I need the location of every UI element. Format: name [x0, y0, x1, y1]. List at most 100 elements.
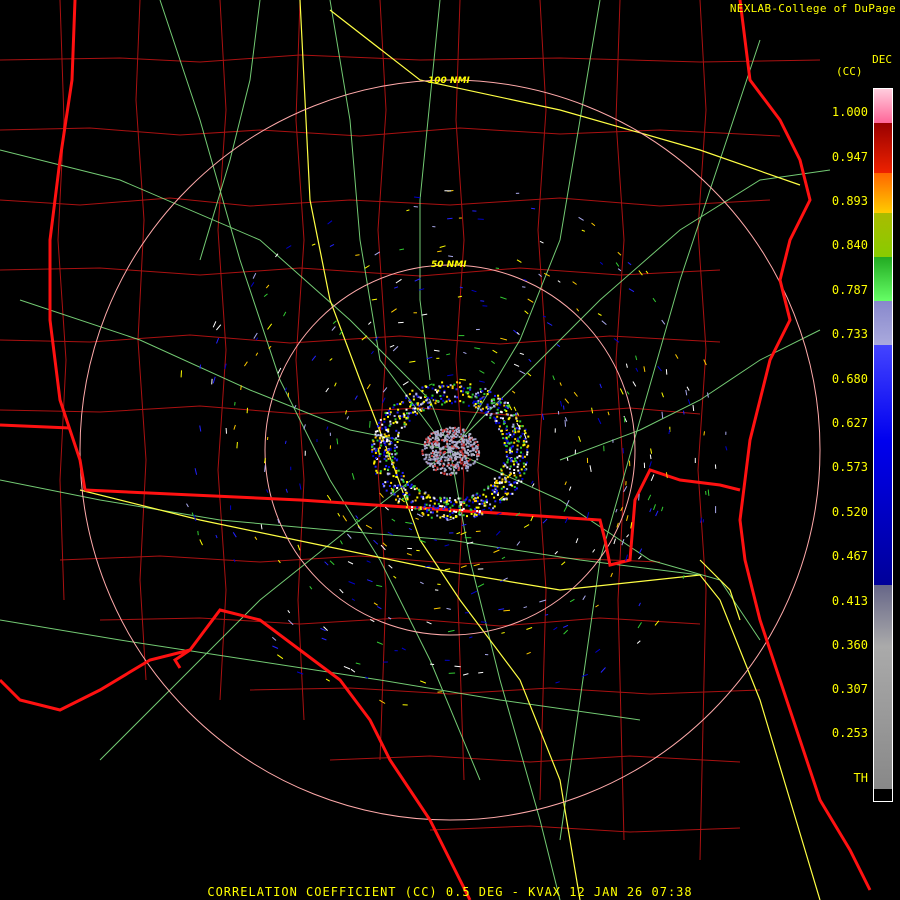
- radar-return-streak: [345, 410, 347, 415]
- radar-return-pixel: [437, 451, 440, 454]
- radar-return-pixel: [478, 513, 481, 516]
- radar-return-pixel: [473, 441, 476, 444]
- radar-return-pixel: [387, 415, 389, 418]
- radar-return-pixel: [465, 391, 468, 394]
- radar-return-streak: [619, 388, 624, 395]
- radar-return-pixel: [465, 464, 468, 467]
- radar-return-streak: [649, 454, 652, 460]
- radar-return-streak: [364, 265, 370, 269]
- radar-return-streak: [233, 558, 236, 563]
- radar-return-pixel: [484, 411, 487, 414]
- radar-return-streak: [628, 288, 635, 293]
- radar-return-pixel: [507, 476, 509, 479]
- radar-return-pixel: [405, 408, 408, 411]
- radar-return-pixel: [415, 392, 418, 395]
- radar-return-streak: [326, 494, 332, 501]
- radar-return-streak: [568, 486, 572, 491]
- radar-return-pixel: [430, 442, 433, 445]
- radar-return-pixel: [517, 469, 520, 472]
- radar-return-pixel: [471, 393, 474, 396]
- radar-return-pixel: [498, 482, 501, 485]
- radar-return-pixel: [493, 496, 496, 499]
- radar-return-pixel: [457, 469, 460, 471]
- radar-return-pixel: [462, 501, 465, 503]
- radar-return-pixel: [386, 480, 389, 483]
- radar-return-pixel: [444, 459, 447, 462]
- radar-return-streak: [523, 524, 530, 528]
- radar-return-pixel: [442, 451, 445, 454]
- radar-return-pixel: [497, 406, 500, 409]
- radar-return-streak: [392, 346, 399, 352]
- radar-return-pixel: [430, 432, 433, 435]
- radar-return-streak: [240, 385, 242, 390]
- radar-return-streak: [373, 539, 379, 545]
- radar-return-pixel: [383, 454, 386, 457]
- radar-return-pixel: [418, 508, 421, 511]
- radar-return-streak: [277, 367, 282, 374]
- scale-label: 0.893: [831, 194, 868, 208]
- radar-return-pixel: [503, 442, 506, 444]
- radar-return-pixel: [414, 413, 417, 416]
- radar-return-pixel: [474, 438, 477, 441]
- radar-return-streak: [682, 575, 685, 579]
- radar-return-streak: [394, 286, 399, 289]
- radar-return-streak: [573, 391, 578, 397]
- radar-return-pixel: [396, 411, 399, 414]
- radar-return-pixel: [507, 442, 510, 445]
- radar-return-pixel: [393, 415, 396, 417]
- radar-return-streak: [592, 549, 596, 553]
- radar-return-pixel: [444, 456, 447, 459]
- radar-return-streak: [471, 289, 477, 293]
- radar-return-pixel: [447, 386, 450, 388]
- radar-return-streak: [265, 284, 270, 289]
- radar-return-streak: [495, 267, 500, 269]
- radar-return-pixel: [443, 391, 446, 394]
- radar-return-pixel: [459, 497, 462, 500]
- radar-return-pixel: [382, 483, 384, 485]
- radar-return-pixel: [523, 443, 526, 446]
- radar-return-pixel: [428, 504, 431, 507]
- radar-return-pixel: [483, 396, 486, 399]
- radar-return-pixel: [475, 493, 478, 496]
- radar-return-pixel: [459, 400, 462, 403]
- radar-return-pixel: [503, 402, 506, 404]
- radar-return-pixel: [416, 403, 419, 406]
- radar-return-streak: [409, 360, 416, 363]
- radar-map[interactable]: 100 NMI 50 NMI: [0, 0, 900, 900]
- radar-return-pixel: [512, 445, 514, 448]
- radar-return-pixel: [504, 490, 507, 493]
- radar-return-pixel: [454, 445, 457, 448]
- radar-return-pixel: [499, 410, 502, 413]
- scale-label: TH: [853, 771, 868, 785]
- radar-return-pixel: [385, 414, 387, 417]
- radar-return-streak: [366, 383, 371, 390]
- radar-return-pixel: [453, 469, 456, 472]
- radar-return-pixel: [388, 485, 391, 487]
- radar-return-pixel: [442, 394, 445, 397]
- radar-return-pixel: [454, 400, 457, 403]
- radar-return-pixel: [385, 489, 388, 492]
- radar-return-pixel: [493, 401, 496, 404]
- radar-return-pixel: [496, 403, 499, 406]
- radar-return-pixel: [502, 417, 504, 420]
- radar-return-pixel: [455, 388, 458, 391]
- radar-return-streak: [444, 544, 450, 547]
- radar-return-streak: [513, 363, 520, 367]
- radar-return-streak: [599, 261, 604, 265]
- radar-return-pixel: [458, 381, 461, 384]
- scale-label: 0.467: [831, 549, 868, 563]
- radar-return-pixel: [526, 453, 529, 456]
- radar-return-pixel: [374, 436, 377, 439]
- radar-return-streak: [216, 337, 220, 344]
- radar-return-pixel: [475, 400, 478, 403]
- radar-return-pixel: [401, 471, 404, 474]
- radar-return-pixel: [465, 435, 467, 438]
- radar-return-pixel: [452, 429, 455, 432]
- radar-return-pixel: [483, 488, 486, 491]
- radar-return-pixel: [428, 456, 431, 459]
- radar-return-streak: [530, 480, 534, 485]
- radar-return-streak: [366, 579, 373, 583]
- range-ring-label-50: 50 NMI: [431, 260, 467, 270]
- radar-return-pixel: [469, 383, 472, 386]
- radar-return-pixel: [488, 390, 491, 393]
